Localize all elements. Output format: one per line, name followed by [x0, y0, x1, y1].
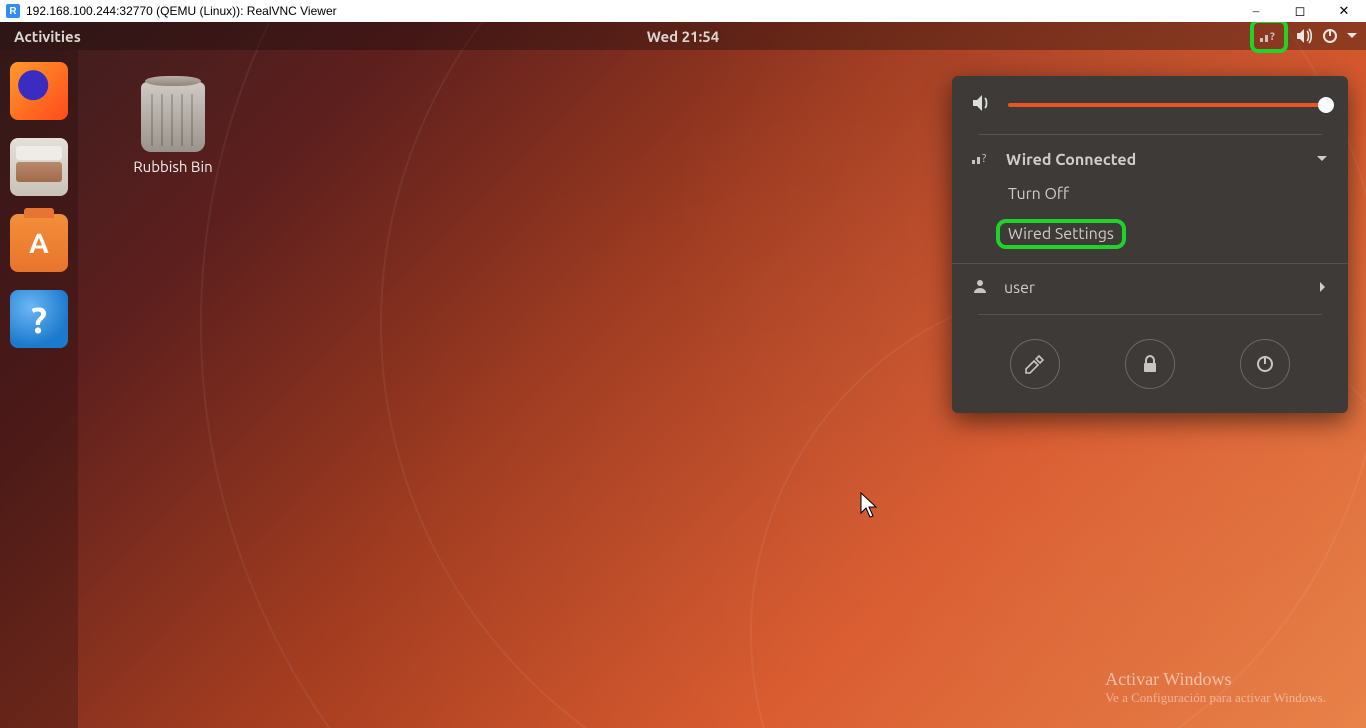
- vnc-title-text: 192.168.100.244:32770 (QEMU (Linux)): Re…: [26, 4, 337, 18]
- activities-button[interactable]: Activities: [0, 28, 95, 45]
- wrench-icon: [1025, 354, 1045, 374]
- chevron-right-icon: [1318, 279, 1328, 297]
- trash-icon: [141, 82, 205, 152]
- user-icon: [972, 278, 988, 298]
- mouse-cursor: [860, 492, 880, 522]
- window-maximize-button[interactable]: ◻: [1278, 0, 1322, 22]
- power-icon[interactable]: [1322, 28, 1338, 44]
- lock-icon: [1141, 355, 1159, 373]
- realvnc-icon: R: [6, 4, 20, 18]
- network-settings-item[interactable]: Wired Settings: [952, 211, 1348, 257]
- network-settings-label: Wired Settings: [1008, 225, 1114, 243]
- power-icon: [1256, 355, 1274, 373]
- ubuntu-dock: A ?: [0, 50, 78, 728]
- network-section-header[interactable]: ? Wired Connected: [952, 143, 1348, 177]
- network-indicator-highlighted[interactable]: ?: [1250, 22, 1288, 53]
- network-status-icon: ?: [972, 151, 990, 169]
- volume-speaker-icon: [972, 94, 994, 116]
- firefox-launcher[interactable]: [10, 62, 68, 120]
- window-minimize-button[interactable]: –: [1234, 0, 1278, 22]
- system-tray[interactable]: ?: [1250, 22, 1358, 50]
- volume-row: [952, 76, 1348, 126]
- network-icon: ?: [1260, 29, 1278, 43]
- network-settings-highlight: Wired Settings: [996, 219, 1126, 249]
- network-turn-off-item[interactable]: Turn Off: [952, 177, 1348, 211]
- volume-icon[interactable]: [1296, 28, 1314, 44]
- menu-divider: [978, 134, 1322, 135]
- chevron-down-icon: [1316, 151, 1328, 169]
- network-section-label: Wired Connected: [1006, 151, 1136, 169]
- window-close-button[interactable]: ✕: [1322, 0, 1366, 22]
- clock[interactable]: Wed 21:54: [647, 28, 719, 45]
- files-launcher[interactable]: [10, 138, 68, 196]
- ubuntu-software-launcher[interactable]: A: [10, 214, 68, 272]
- user-section-header[interactable]: user: [952, 270, 1348, 306]
- gnome-top-bar: Activities Wed 21:54 ?: [0, 22, 1366, 50]
- windows-activation-watermark: Activar Windows Ve a Configuración para …: [1105, 669, 1326, 706]
- svg-text:?: ?: [982, 153, 986, 165]
- watermark-line2: Ve a Configuración para activar Windows.: [1105, 690, 1326, 706]
- network-turn-off-label: Turn Off: [1008, 185, 1069, 203]
- ubuntu-desktop[interactable]: Activities Wed 21:54 ? A: [0, 22, 1366, 728]
- volume-slider-thumb[interactable]: [1318, 97, 1334, 113]
- settings-button[interactable]: [1010, 339, 1060, 389]
- volume-slider[interactable]: [1008, 103, 1328, 107]
- desktop-icon-trash[interactable]: Rubbish Bin: [118, 82, 228, 175]
- user-label: user: [1004, 279, 1035, 297]
- svg-text:?: ?: [1270, 31, 1275, 43]
- system-menu-popover: ? Wired Connected Turn Off Wired Setting…: [952, 76, 1348, 413]
- trash-label: Rubbish Bin: [118, 158, 228, 175]
- vnc-title-bar[interactable]: R 192.168.100.244:32770 (QEMU (Linux)): …: [0, 0, 1366, 23]
- menu-divider: [978, 314, 1322, 315]
- menu-divider: [952, 263, 1348, 264]
- lock-button[interactable]: [1125, 339, 1175, 389]
- power-button[interactable]: [1240, 339, 1290, 389]
- chevron-down-icon[interactable]: [1346, 30, 1358, 42]
- watermark-line1: Activar Windows: [1105, 669, 1326, 690]
- help-launcher[interactable]: ?: [10, 290, 68, 348]
